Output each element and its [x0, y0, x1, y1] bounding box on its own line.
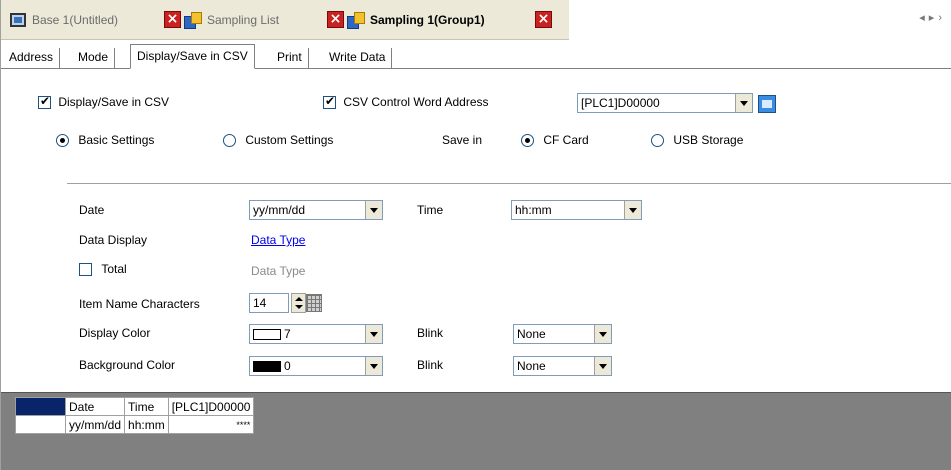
cf-card-radio[interactable] [521, 134, 534, 148]
chevron-down-icon[interactable] [365, 201, 382, 219]
window: Base 1(Untitled) × Sampling List × Sampl… [0, 0, 951, 470]
display-color-combo[interactable]: 7 [249, 324, 383, 344]
item-name-chars-label: Item Name Characters [79, 297, 200, 311]
chevron-down-icon[interactable] [624, 201, 641, 219]
close-tab-base1-icon[interactable]: × [164, 11, 181, 28]
blink-label-1: Blink [417, 326, 444, 340]
white-swatch-icon [253, 329, 281, 341]
preview-header-address: [PLC1]D00000 [167, 397, 255, 416]
csv-control-checkbox-row[interactable]: CSV Control Word Address [323, 94, 489, 110]
data-type-link[interactable]: Data Type [251, 233, 305, 247]
address-input-icon[interactable] [758, 95, 776, 113]
usb-storage-radio[interactable] [651, 134, 664, 148]
csv-control-checkbox[interactable] [323, 94, 336, 110]
doc-tab-sampling1[interactable]: Sampling 1(Group1) [347, 9, 485, 31]
tab-address[interactable]: Address [3, 48, 61, 68]
item-name-chars-stepper[interactable] [291, 293, 306, 313]
save-in-label: Save in [442, 133, 483, 147]
preview-data-row: yy/mm/dd hh:mm **** [15, 415, 255, 434]
usb-storage-radio-row[interactable]: USB Storage [651, 133, 744, 148]
tab-scroll-arrows-icon[interactable]: ◂▸› [919, 11, 946, 24]
total-checkbox[interactable] [79, 263, 92, 277]
preview-header-date: Date [64, 397, 126, 416]
data-display-label: Data Display [79, 233, 148, 247]
doc-tab-sampling-list[interactable]: Sampling List [184, 9, 279, 31]
basic-settings-radio[interactable] [56, 134, 69, 148]
preview-table: Date Time [PLC1]D00000 yy/mm/dd hh:mm **… [15, 397, 255, 434]
chevron-down-icon[interactable] [735, 94, 752, 112]
basic-settings-label: Basic Settings [78, 133, 155, 147]
blink-2-combo[interactable]: None [513, 356, 612, 376]
section-divider [67, 183, 951, 184]
background-color-label: Background Color [79, 358, 176, 372]
custom-settings-radio[interactable] [223, 134, 236, 148]
preview-area: Date Time [PLC1]D00000 yy/mm/dd hh:mm **… [1, 392, 951, 470]
tab-bar-empty-area [569, 0, 951, 40]
list-icon [347, 12, 365, 29]
document-tab-bar: Base 1(Untitled) × Sampling List × Sampl… [1, 0, 951, 40]
total-label: Total [101, 262, 127, 276]
close-tab-sampling1-icon[interactable]: × [535, 11, 552, 28]
background-color-value: 0 [284, 359, 291, 373]
doc-tab-label: Base 1(Untitled) [32, 13, 119, 27]
preview-cell-time: hh:mm [124, 415, 169, 434]
doc-tab-label: Sampling 1(Group1) [370, 13, 485, 27]
display-color-value: 7 [284, 327, 291, 341]
row-selector-cell [15, 415, 66, 434]
basic-settings-radio-row[interactable]: Basic Settings [56, 133, 155, 148]
total-checkbox-row[interactable]: Total [79, 262, 127, 277]
close-tab-sampling-list-icon[interactable]: × [327, 11, 344, 28]
custom-settings-label: Custom Settings [245, 133, 334, 147]
chevron-down-icon[interactable] [594, 325, 611, 343]
item-name-chars-value: 14 [253, 296, 267, 310]
keypad-icon[interactable] [306, 294, 322, 312]
csv-address-combo[interactable]: [PLC1]D00000 [577, 93, 753, 113]
settings-panel: Display/Save in CSV CSV Control Word Add… [1, 69, 951, 392]
total-data-type-disabled: Data Type [251, 264, 306, 278]
tab-display-save-csv[interactable]: Display/Save in CSV [130, 44, 255, 69]
csv-control-label: CSV Control Word Address [343, 95, 489, 109]
time-format-combo[interactable]: hh:mm [511, 200, 642, 220]
display-save-csv-label: Display/Save in CSV [58, 95, 170, 109]
blink-1-combo[interactable]: None [513, 324, 612, 344]
display-color-label: Display Color [79, 326, 151, 340]
row-selector-cell [15, 397, 66, 416]
time-label: Time [417, 203, 444, 217]
cf-card-label: CF Card [543, 133, 589, 147]
display-save-csv-checkbox-row[interactable]: Display/Save in CSV [38, 94, 170, 110]
chevron-down-icon[interactable] [365, 357, 382, 375]
preview-header-time: Time [124, 397, 169, 416]
preview-header-row: Date Time [PLC1]D00000 [15, 397, 255, 416]
doc-tab-base1[interactable]: Base 1(Untitled) [10, 9, 118, 31]
custom-settings-radio-row[interactable]: Custom Settings [223, 133, 334, 148]
date-label: Date [79, 203, 105, 217]
csv-address-value: [PLC1]D00000 [581, 96, 660, 110]
time-format-value: hh:mm [515, 203, 552, 217]
date-format-combo[interactable]: yy/mm/dd [249, 200, 383, 220]
display-color-value-row: 7 [250, 327, 365, 341]
tab-write-data[interactable]: Write Data [323, 48, 393, 68]
property-tab-bar: Address Mode Display/Save in CSV Print W… [1, 44, 951, 69]
background-color-value-row: 0 [250, 359, 365, 373]
background-color-combo[interactable]: 0 [249, 356, 383, 376]
chevron-down-icon[interactable] [594, 357, 611, 375]
monitor-icon [10, 13, 26, 27]
tab-mode[interactable]: Mode [72, 48, 116, 68]
black-swatch-icon [253, 361, 281, 373]
blink-label-2: Blink [417, 358, 444, 372]
list-icon [184, 12, 202, 29]
preview-cell-date: yy/mm/dd [64, 415, 126, 434]
item-name-chars-input[interactable]: 14 [249, 293, 289, 313]
chevron-down-icon[interactable] [365, 325, 382, 343]
display-save-csv-checkbox[interactable] [38, 94, 51, 110]
doc-tab-label: Sampling List [207, 13, 280, 27]
cf-card-radio-row[interactable]: CF Card [521, 133, 589, 148]
usb-storage-label: USB Storage [673, 133, 744, 147]
blink-1-value: None [517, 327, 546, 341]
blink-2-value: None [517, 359, 546, 373]
date-format-value: yy/mm/dd [253, 203, 306, 217]
preview-cell-value: **** [167, 415, 255, 434]
tab-print[interactable]: Print [271, 48, 309, 68]
